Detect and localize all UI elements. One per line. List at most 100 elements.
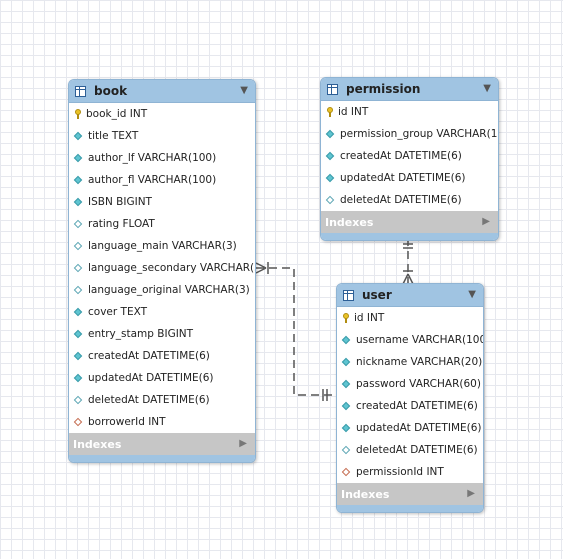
column-label: language_original VARCHAR(3) — [88, 284, 250, 296]
column-label: createdAt DATETIME(6) — [340, 150, 462, 162]
relationship-book-user[interactable] — [255, 262, 335, 401]
column-row[interactable]: deletedAt DATETIME(6) — [337, 439, 483, 461]
column-row[interactable]: username VARCHAR(100) — [337, 329, 483, 351]
column-hollow-icon — [325, 195, 335, 205]
column-label: updatedAt DATETIME(6) — [356, 422, 482, 434]
column-row[interactable]: updatedAt DATETIME(6) — [321, 167, 498, 189]
indexes-section[interactable]: Indexes ▶ — [321, 211, 498, 233]
column-row[interactable]: id INT — [337, 307, 483, 329]
indexes-section[interactable]: Indexes ▶ — [69, 433, 255, 455]
indexes-label: Indexes — [341, 487, 390, 501]
column-label: username VARCHAR(100) — [356, 334, 484, 346]
column-filled-icon — [325, 173, 335, 183]
primary-key-icon — [75, 109, 81, 119]
column-row[interactable]: updatedAt DATETIME(6) — [337, 417, 483, 439]
column-row[interactable]: author_fl VARCHAR(100) — [69, 169, 255, 191]
column-filled-icon — [73, 307, 83, 317]
column-hollow-icon — [73, 219, 83, 229]
table-header[interactable]: user ▼ — [337, 284, 483, 307]
column-row[interactable]: deletedAt DATETIME(6) — [321, 189, 498, 211]
column-row[interactable]: title TEXT — [69, 125, 255, 147]
column-row[interactable]: createdAt DATETIME(6) — [337, 395, 483, 417]
indexes-label: Indexes — [73, 437, 122, 451]
table-icon — [327, 83, 338, 95]
column-row[interactable]: nickname VARCHAR(20) — [337, 351, 483, 373]
column-row[interactable]: createdAt DATETIME(6) — [321, 145, 498, 167]
column-filled-icon — [73, 373, 83, 383]
column-list: id INT permission_group VARCHAR(10) create… — [321, 101, 498, 211]
collapse-arrow-icon[interactable]: ▼ — [240, 85, 248, 97]
column-filled-icon — [73, 197, 83, 207]
column-row[interactable]: book_id INT — [69, 103, 255, 125]
column-filled-icon — [341, 423, 351, 433]
column-label: borrowerId INT — [88, 416, 166, 428]
expand-arrow-icon[interactable]: ▶ — [239, 438, 247, 450]
column-filled-icon — [73, 329, 83, 339]
column-label: createdAt DATETIME(6) — [88, 350, 210, 362]
table-user[interactable]: user ▼ id INT username VARCHAR(100) nickna… — [336, 283, 484, 513]
column-label: author_fl VARCHAR(100) — [88, 174, 217, 186]
table-book[interactable]: book ▼ book_id INT title TEXT author_lf VA… — [68, 79, 256, 463]
column-row[interactable]: language_main VARCHAR(3) — [69, 235, 255, 257]
collapse-arrow-icon[interactable]: ▼ — [483, 83, 491, 95]
column-row[interactable]: borrowerId INT — [69, 411, 255, 433]
column-row[interactable]: password VARCHAR(60) — [337, 373, 483, 395]
table-permission[interactable]: permission ▼ id INT permission_group VARC… — [320, 77, 499, 241]
column-label: permissionId INT — [356, 466, 444, 478]
indexes-label: Indexes — [325, 215, 374, 229]
column-hollow-icon — [73, 285, 83, 295]
column-filled-icon — [341, 379, 351, 389]
column-label: id INT — [338, 106, 369, 118]
column-label: title TEXT — [88, 130, 139, 142]
column-label: password VARCHAR(60) — [356, 378, 481, 390]
column-row[interactable]: updatedAt DATETIME(6) — [69, 367, 255, 389]
primary-key-icon — [343, 313, 349, 323]
column-filled-icon — [73, 175, 83, 185]
table-header[interactable]: permission ▼ — [321, 78, 498, 101]
column-row[interactable]: ISBN BIGINT — [69, 191, 255, 213]
foreign-key-icon — [341, 467, 351, 477]
column-row[interactable]: language_original VARCHAR(3) — [69, 279, 255, 301]
column-label: entry_stamp BIGINT — [88, 328, 194, 340]
column-label: language_main VARCHAR(3) — [88, 240, 237, 252]
column-row[interactable]: id INT — [321, 101, 498, 123]
column-row[interactable]: entry_stamp BIGINT — [69, 323, 255, 345]
indexes-section[interactable]: Indexes ▶ — [337, 483, 483, 505]
table-footer — [337, 505, 483, 512]
column-label: book_id INT — [86, 108, 148, 120]
column-row[interactable]: createdAt DATETIME(6) — [69, 345, 255, 367]
column-row[interactable]: permissionId INT — [337, 461, 483, 483]
column-label: updatedAt DATETIME(6) — [340, 172, 466, 184]
table-title: book — [94, 84, 128, 98]
column-filled-icon — [73, 153, 83, 163]
column-row[interactable]: author_lf VARCHAR(100) — [69, 147, 255, 169]
table-title: user — [362, 288, 392, 302]
column-filled-icon — [325, 151, 335, 161]
table-footer — [69, 455, 255, 462]
column-row[interactable]: rating FLOAT — [69, 213, 255, 235]
column-hollow-icon — [73, 241, 83, 251]
table-icon — [75, 85, 86, 97]
column-list: book_id INT title TEXT author_lf VARCHAR(1… — [69, 103, 255, 433]
column-label: createdAt DATETIME(6) — [356, 400, 478, 412]
expand-arrow-icon[interactable]: ▶ — [482, 216, 490, 228]
column-filled-icon — [341, 335, 351, 345]
expand-arrow-icon[interactable]: ▶ — [467, 488, 475, 500]
column-label: updatedAt DATETIME(6) — [88, 372, 214, 384]
column-hollow-icon — [341, 445, 351, 455]
column-label: ISBN BIGINT — [88, 196, 152, 208]
column-label: rating FLOAT — [88, 218, 155, 230]
column-row[interactable]: cover TEXT — [69, 301, 255, 323]
column-row[interactable]: permission_group VARCHAR(10) — [321, 123, 498, 145]
table-icon — [343, 289, 354, 301]
column-label: cover TEXT — [88, 306, 147, 318]
table-header[interactable]: book ▼ — [69, 80, 255, 103]
column-row[interactable]: deletedAt DATETIME(6) — [69, 389, 255, 411]
column-filled-icon — [341, 401, 351, 411]
table-footer — [321, 233, 498, 240]
column-label: deletedAt DATETIME(6) — [88, 394, 210, 406]
column-label: id INT — [354, 312, 385, 324]
column-row[interactable]: language_secondary VARCHAR(3) — [69, 257, 255, 279]
relationship-user-permission[interactable] — [402, 238, 414, 285]
collapse-arrow-icon[interactable]: ▼ — [468, 289, 476, 301]
